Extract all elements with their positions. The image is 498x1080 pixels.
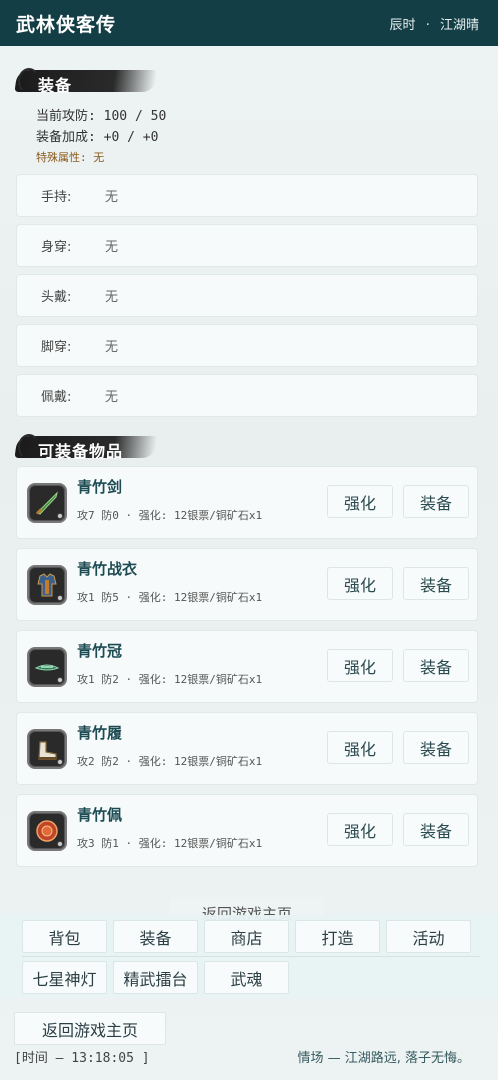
nav-shop-button[interactable]: 商店 [204, 920, 289, 953]
pendant-icon [27, 811, 67, 851]
item-name: 青竹剑 [77, 478, 123, 496]
special-attr-line: 特殊属性: 无 [36, 151, 105, 164]
swirl-decoration [18, 68, 40, 94]
nav-panel: 背包 装备 商店 打造 活动 七星神灯 精武擂台 武魂 [0, 915, 498, 997]
item-name: 青竹冠 [77, 642, 123, 660]
back-home-button[interactable]: 返回游戏主页 [14, 1012, 166, 1045]
slot-head[interactable]: 头戴: 无 [16, 274, 478, 317]
enhance-button[interactable]: 强化 [327, 649, 393, 682]
bonus-line: 装备加成: +0 / +0 [36, 130, 159, 145]
slot-hand[interactable]: 手持: 无 [16, 174, 478, 217]
equipment-slots: 手持: 无 身穿: 无 头戴: 无 脚穿: 无 佩戴: 无 [0, 174, 498, 417]
enhance-button[interactable]: 强化 [327, 485, 393, 518]
item-card: 青竹履 攻2 防2 · 强化: 12银票/铜矿石x1 强化 装备 [16, 712, 478, 785]
item-card: 青竹剑 攻7 防0 · 强化: 12银票/铜矿石x1 强化 装备 [16, 466, 478, 539]
slot-value: 无 [105, 390, 119, 405]
slot-value: 无 [105, 240, 119, 255]
weather-status: 江湖晴 [439, 17, 479, 33]
nav-arena-button[interactable]: 精武擂台 [113, 961, 198, 994]
slot-feet[interactable]: 脚穿: 无 [16, 324, 478, 367]
section-title: 可装备物品 [38, 442, 124, 461]
swirl-decoration [18, 434, 40, 460]
top-bar: 武林侠客传 辰时 · 江湖晴 [0, 0, 498, 46]
equip-button[interactable]: 装备 [403, 649, 469, 682]
clock-text: [时间 — 13:18:05 ] [14, 1051, 150, 1066]
slot-accessory[interactable]: 佩戴: 无 [16, 374, 478, 417]
nav-bag-button[interactable]: 背包 [22, 920, 107, 953]
top-status: 辰时 · 江湖晴 [387, 14, 482, 33]
boots-icon [27, 729, 67, 769]
equippable-items-list: 青竹剑 攻7 防0 · 强化: 12银票/铜矿石x1 强化 装备 青竹战衣 攻1… [0, 466, 498, 867]
time-of-day: 辰时 [389, 17, 416, 33]
helmet-icon [27, 647, 67, 687]
sword-icon [27, 483, 67, 523]
equip-button[interactable]: 装备 [403, 485, 469, 518]
slot-value: 无 [105, 190, 119, 205]
item-desc: 攻2 防2 · 强化: 12银票/铜矿石x1 [77, 755, 263, 768]
footer-message: 情场 — 江湖路远, 落子无悔。 [297, 1051, 470, 1066]
nav-row-primary: 背包 装备 商店 打造 活动 [22, 920, 477, 953]
item-card: 青竹佩 攻3 防1 · 强化: 12银票/铜矿石x1 强化 装备 [16, 794, 478, 867]
nav-equip-button[interactable]: 装备 [113, 920, 198, 953]
slot-label: 佩戴: [41, 390, 72, 405]
slot-label: 身穿: [41, 240, 72, 255]
enhance-button[interactable]: 强化 [327, 731, 393, 764]
item-desc: 攻1 防2 · 强化: 12银票/铜矿石x1 [77, 673, 263, 686]
equip-section-header: 装备 [14, 66, 498, 96]
slot-label: 手持: [41, 190, 72, 205]
footer: [时间 — 13:18:05 ] 情场 — 江湖路远, 落子无悔。 [14, 1047, 470, 1066]
item-desc: 攻1 防5 · 强化: 12银票/铜矿石x1 [77, 591, 263, 604]
equip-button[interactable]: 装备 [403, 567, 469, 600]
enhance-button[interactable]: 强化 [327, 567, 393, 600]
equip-button[interactable]: 装备 [403, 731, 469, 764]
slot-body[interactable]: 身穿: 无 [16, 224, 478, 267]
slot-label: 脚穿: [41, 340, 72, 355]
item-name: 青竹佩 [77, 806, 123, 824]
nav-events-button[interactable]: 活动 [386, 920, 471, 953]
nav-martial-soul-button[interactable]: 武魂 [204, 961, 289, 994]
equip-stats: 当前攻防: 100 / 50 装备加成: +0 / +0 特殊属性: 无 [0, 96, 498, 168]
items-section-header: 可装备物品 [14, 432, 498, 462]
slot-value: 无 [105, 290, 119, 305]
item-name: 青竹战衣 [77, 560, 138, 578]
item-name: 青竹履 [77, 724, 123, 742]
nav-forge-button[interactable]: 打造 [295, 920, 380, 953]
status-separator: · [425, 17, 430, 33]
attack-defense-line: 当前攻防: 100 / 50 [36, 109, 167, 124]
bottom-area: 返回游戏主页 背包 装备 商店 打造 活动 七星神灯 精武擂台 武魂 返回游戏主… [0, 895, 498, 1080]
app-title: 武林侠客传 [16, 13, 117, 36]
nav-seven-star-lamp-button[interactable]: 七星神灯 [22, 961, 107, 994]
section-title: 装备 [38, 76, 73, 95]
item-desc: 攻7 防0 · 强化: 12银票/铜矿石x1 [77, 509, 263, 522]
armor-icon [27, 565, 67, 605]
item-card: 青竹战衣 攻1 防5 · 强化: 12银票/铜矿石x1 强化 装备 [16, 548, 478, 621]
item-card: 青竹冠 攻1 防2 · 强化: 12银票/铜矿石x1 强化 装备 [16, 630, 478, 703]
item-desc: 攻3 防1 · 强化: 12银票/铜矿石x1 [77, 837, 263, 850]
slot-label: 头戴: [41, 290, 72, 305]
slot-value: 无 [105, 340, 119, 355]
divider [22, 956, 480, 957]
enhance-button[interactable]: 强化 [327, 813, 393, 846]
equip-button[interactable]: 装备 [403, 813, 469, 846]
nav-row-secondary: 七星神灯 精武擂台 武魂 [22, 961, 295, 994]
